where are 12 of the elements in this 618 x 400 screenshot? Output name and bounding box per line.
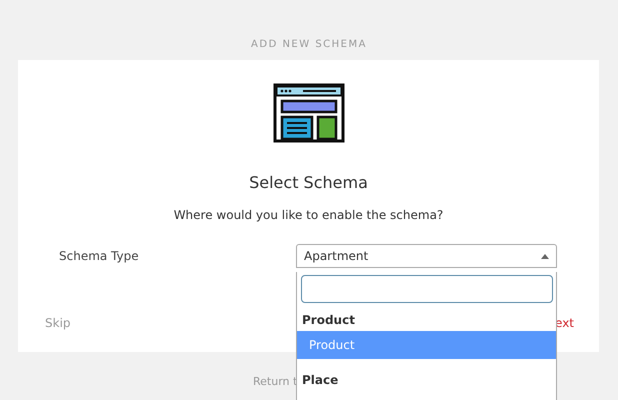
caret-icon	[541, 254, 549, 258]
dialog-subtitle: Where would you like to enable the schema?	[172, 208, 444, 222]
group-heading: Place	[301, 372, 340, 389]
schema-type-select[interactable]: Apartment	[296, 244, 557, 268]
group-heading: Product	[301, 312, 356, 329]
field-label: Schema Type	[59, 249, 140, 263]
skip-link[interactable]: Skip	[45, 316, 71, 330]
webpage-layout-icon	[272, 83, 344, 143]
dropdown-option[interactable]: Product	[297, 331, 556, 359]
page-title: ADD NEW SCHEMA	[250, 38, 368, 52]
search-field[interactable]	[301, 275, 553, 303]
dialog-heading: Select Schema	[248, 173, 369, 192]
